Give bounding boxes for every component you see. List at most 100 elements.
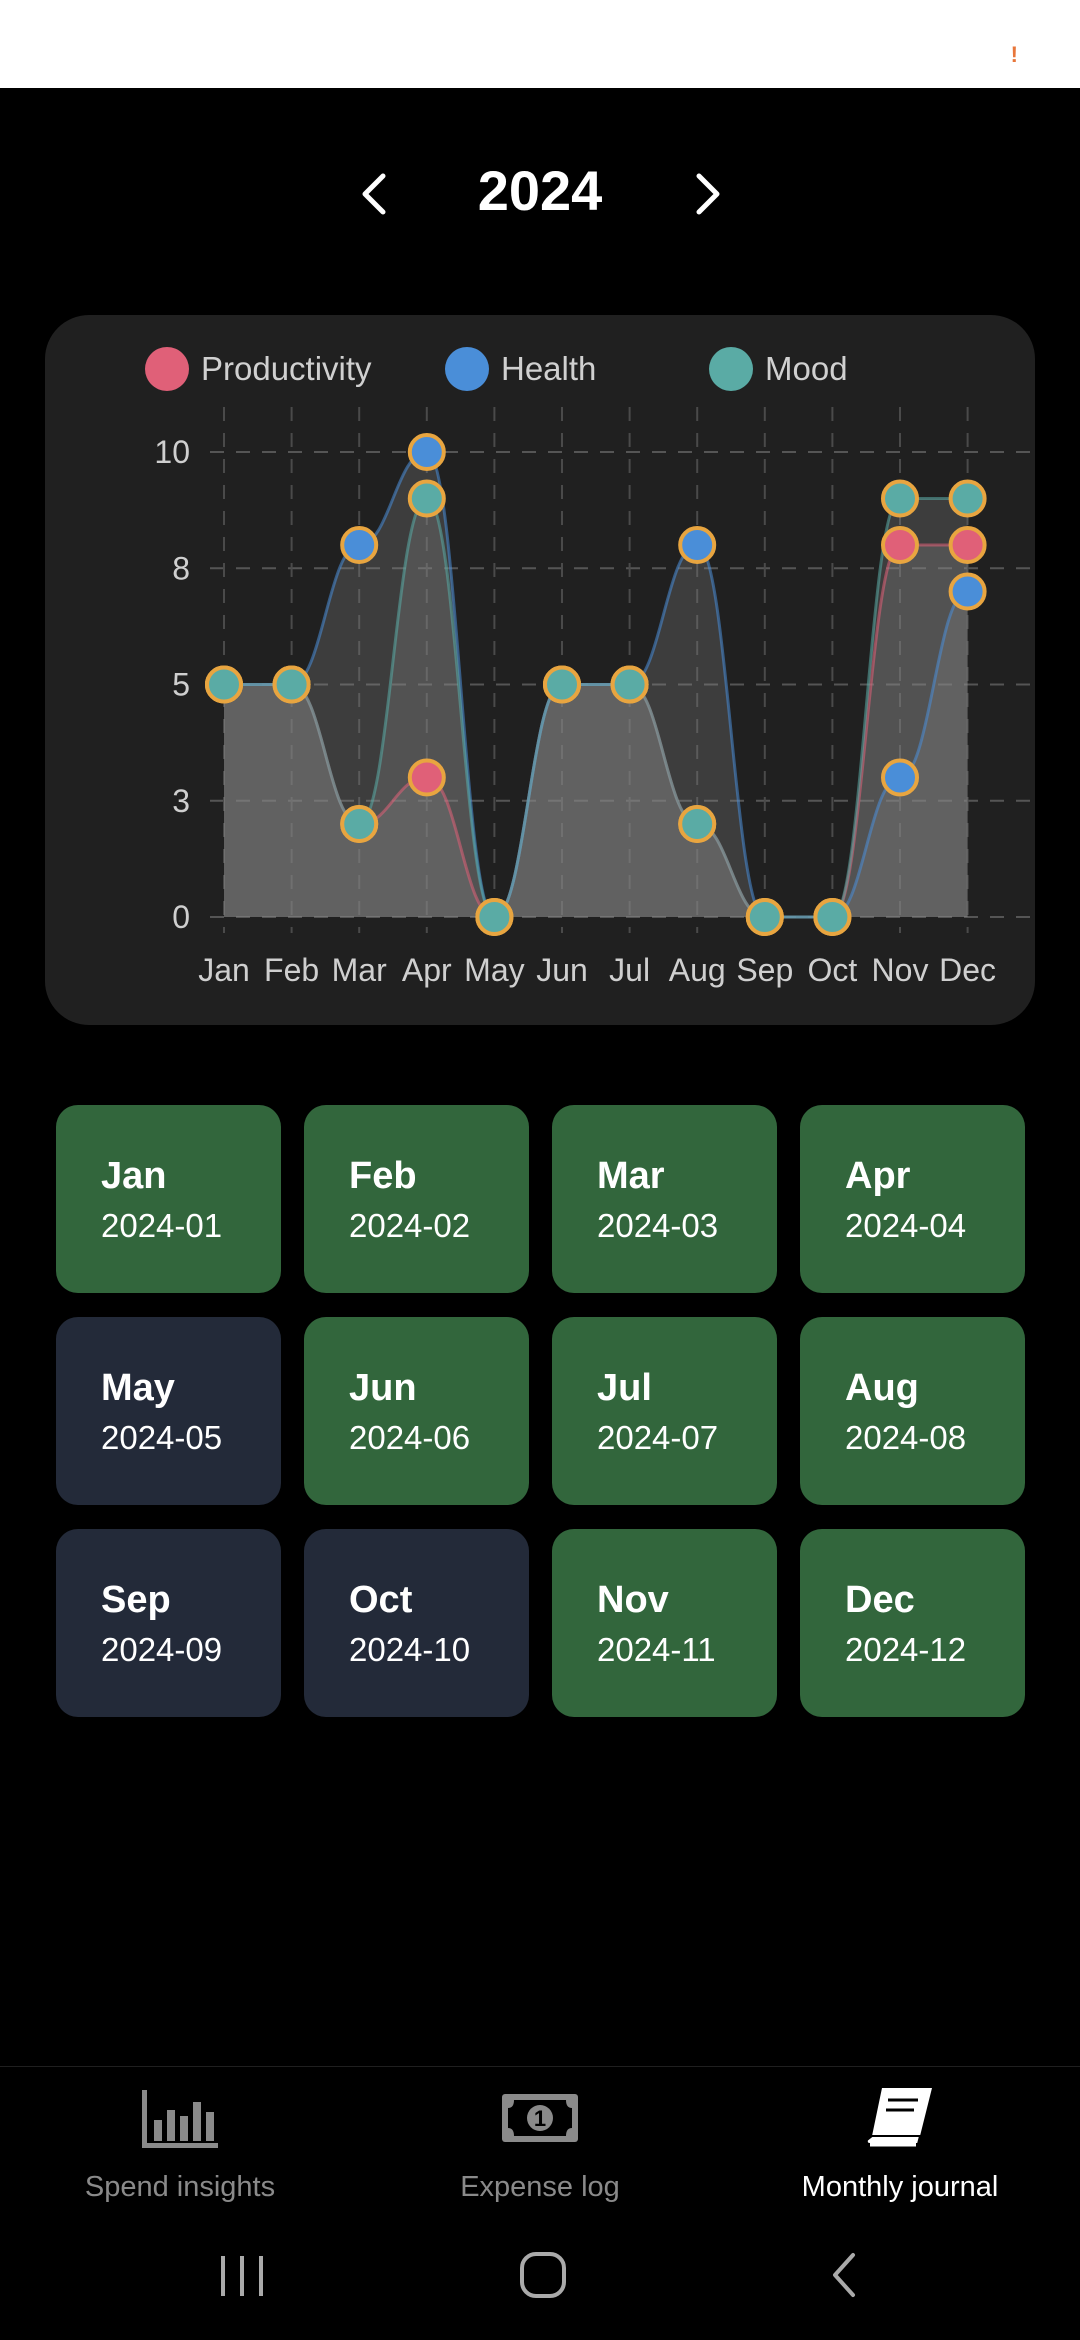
data-point-mood	[475, 898, 514, 936]
month-name: Feb	[349, 1155, 417, 1197]
nav-expense-log[interactable]: 1 Expense log	[360, 2067, 720, 2207]
month-tile-dec[interactable]: Dec 2024-12	[800, 1529, 1025, 1717]
data-point-mood	[340, 805, 379, 843]
legend-dot	[709, 347, 753, 391]
month-tile-apr[interactable]: Apr 2024-04	[800, 1105, 1025, 1293]
chevron-right-icon	[696, 173, 720, 215]
data-point-health	[340, 526, 379, 564]
month-name: Oct	[349, 1579, 413, 1621]
x-tick-label: Dec	[939, 952, 996, 988]
nav-label: Expense log	[460, 2171, 620, 2203]
month-tile-may[interactable]: May 2024-05	[56, 1317, 281, 1505]
recent-apps-icon	[221, 2256, 263, 2296]
month-tile-oct[interactable]: Oct 2024-10	[304, 1529, 529, 1717]
data-point-productivity	[881, 526, 919, 564]
x-tick-label: Feb	[264, 952, 319, 988]
y-tick-label: 10	[154, 434, 190, 470]
month-name: Sep	[101, 1579, 171, 1621]
month-date: 2024-06	[349, 1419, 471, 1456]
data-point-mood	[610, 665, 649, 704]
home-icon	[520, 2252, 566, 2298]
month-tile-jan[interactable]: Jan 2024-01	[56, 1105, 281, 1293]
data-point-mood	[813, 898, 852, 936]
x-tick-label: Jan	[198, 952, 250, 988]
month-name: Aug	[845, 1367, 919, 1409]
data-point-mood	[881, 479, 919, 518]
month-tile-aug[interactable]: Aug 2024-08	[800, 1317, 1025, 1505]
nav-label: Monthly journal	[801, 2171, 999, 2203]
data-point-mood	[948, 479, 987, 518]
next-year-button[interactable]	[677, 164, 737, 224]
month-date: 2024-11	[597, 1631, 716, 1668]
month-date: 2024-10	[349, 1631, 471, 1668]
y-tick-label: 5	[172, 667, 190, 703]
data-point-mood	[272, 665, 311, 704]
legend-item-health[interactable]: Health	[445, 339, 596, 399]
month-tile-jul[interactable]: Jul 2024-07	[552, 1317, 777, 1505]
month-name: Mar	[597, 1155, 665, 1197]
nav-label: Spend insights	[84, 2171, 276, 2203]
month-name: Jul	[597, 1367, 652, 1409]
system-navigation-bar	[0, 2210, 1080, 2340]
x-tick-label: Oct	[808, 952, 858, 988]
back-chevron-icon	[833, 2253, 855, 2297]
month-name: Jun	[349, 1367, 417, 1409]
banknote-icon: 1	[500, 2083, 580, 2153]
y-tick-label: 0	[172, 899, 190, 935]
x-tick-label: Jun	[536, 952, 588, 988]
month-tile-mar[interactable]: Mar 2024-03	[552, 1105, 777, 1293]
legend-label: Mood	[765, 350, 848, 387]
data-point-productivity	[407, 758, 446, 797]
status-bar: !	[0, 0, 1080, 88]
legend-item-productivity[interactable]: Productivity	[145, 339, 372, 399]
recent-apps-button[interactable]	[197, 2240, 287, 2310]
x-tick-label: Mar	[332, 952, 387, 988]
data-point-health	[407, 433, 446, 471]
y-tick-label: 3	[172, 783, 190, 819]
data-point-health	[881, 758, 919, 797]
chart-legend: Productivity Health Mood	[45, 339, 1035, 399]
nav-monthly-journal[interactable]: Monthly journal	[720, 2067, 1080, 2207]
month-name: Dec	[845, 1579, 915, 1621]
month-name: May	[101, 1367, 175, 1409]
month-name: Apr	[845, 1155, 911, 1197]
month-date: 2024-12	[845, 1631, 967, 1668]
month-date: 2024-02	[349, 1207, 471, 1244]
back-button[interactable]	[800, 2240, 890, 2310]
bar-chart-icon	[140, 2083, 220, 2153]
year-navigator: 2024	[0, 150, 1080, 240]
status-indicator: !	[1010, 42, 1018, 67]
legend-label: Productivity	[201, 350, 372, 387]
x-tick-label: Jul	[609, 952, 650, 988]
y-tick-label: 8	[172, 550, 190, 586]
x-tick-label: May	[464, 952, 524, 988]
month-tile-jun[interactable]: Jun 2024-06	[304, 1317, 529, 1505]
month-date: 2024-07	[597, 1419, 719, 1456]
month-date: 2024-08	[845, 1419, 967, 1456]
x-tick-label: Aug	[669, 952, 726, 988]
nav-spend-insights[interactable]: Spend insights	[0, 2067, 360, 2207]
legend-dot	[145, 347, 189, 391]
month-date: 2024-04	[845, 1207, 967, 1244]
data-point-mood	[205, 665, 243, 704]
month-tile-nov[interactable]: Nov 2024-11	[552, 1529, 777, 1717]
month-tile-feb[interactable]: Feb 2024-02	[304, 1105, 529, 1293]
legend-dot	[445, 347, 489, 391]
legend-label: Health	[501, 350, 597, 387]
line-chart: 10 8 5 3 0Jan Feb Mar Apr May Jun Jul Aug Sep Oct Nov D…	[154, 407, 1035, 988]
month-date: 2024-03	[597, 1207, 719, 1244]
month-date: 2024-05	[101, 1419, 223, 1456]
legend-item-mood[interactable]: Mood	[709, 339, 848, 399]
x-tick-label: Apr	[402, 952, 452, 988]
data-point-mood	[407, 479, 446, 518]
banknote-digit: 1	[534, 2106, 546, 2131]
month-date: 2024-01	[101, 1207, 223, 1244]
month-tile-sep[interactable]: Sep 2024-09	[56, 1529, 281, 1717]
month-name: Nov	[597, 1579, 669, 1621]
home-button[interactable]	[498, 2240, 588, 2310]
x-tick-label: Sep	[736, 952, 793, 988]
year-title: 2024	[477, 159, 603, 222]
data-point-health	[678, 526, 717, 564]
data-point-productivity	[948, 526, 987, 564]
book-icon	[860, 2083, 940, 2153]
